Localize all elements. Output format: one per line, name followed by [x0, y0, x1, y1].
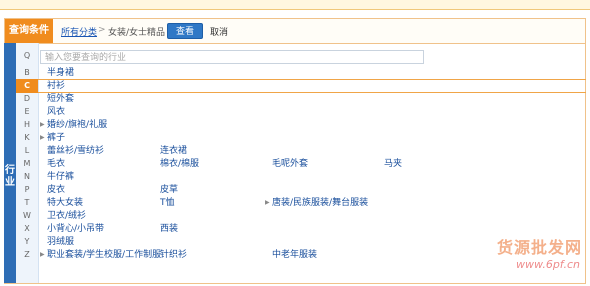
category-item[interactable]: 半身裙 — [47, 66, 74, 80]
view-button[interactable]: 查看 — [167, 23, 203, 39]
letter-t[interactable]: T — [16, 196, 38, 210]
category-item[interactable]: 蕾丝衫/雪纺衫 — [47, 144, 104, 158]
category-item[interactable]: 风衣 — [47, 105, 65, 119]
category-item[interactable]: 针织衫 — [160, 248, 187, 262]
letter-k[interactable]: K — [16, 131, 38, 145]
letter-e[interactable]: E — [16, 105, 38, 119]
category-item[interactable]: T恤 — [160, 196, 175, 210]
category-item[interactable]: 棉衣/棉服 — [160, 157, 199, 171]
letter-n[interactable]: N — [16, 170, 38, 184]
letter-m[interactable]: M — [16, 157, 38, 171]
category-item[interactable]: 短外套 — [47, 92, 74, 106]
category-item[interactable]: 衬衫 — [47, 79, 65, 93]
category-item[interactable]: 毛衣 — [47, 157, 65, 171]
industry-side-tab: 行业 — [4, 43, 16, 283]
category-item[interactable]: 毛呢外套 — [272, 157, 308, 171]
letter-x[interactable]: X — [16, 222, 38, 236]
category-item[interactable]: 西装 — [160, 222, 178, 236]
category-item[interactable]: 唐装/民族服装/舞台服装 — [272, 196, 368, 210]
current-category: 女装/女士精品 — [108, 28, 166, 38]
category-item[interactable]: 羽绒服 — [47, 235, 74, 249]
letter-b[interactable]: B — [16, 66, 38, 80]
letter-z[interactable]: Z — [16, 248, 38, 262]
expand-arrow-icon[interactable]: ▶ — [40, 131, 45, 145]
category-item[interactable]: 连衣裙 — [160, 144, 187, 158]
expand-arrow-icon[interactable]: ▶ — [265, 196, 270, 210]
cancel-button[interactable]: 取消 — [210, 25, 228, 38]
watermark-url: www.6pf.cn — [516, 258, 580, 271]
category-item[interactable]: 职业套装/学生校服/工作制服 — [47, 248, 161, 262]
condition-header: 查询条件 所有分类 > 女装/女士精品 查看 取消 — [5, 19, 585, 44]
watermark-logo: 货源批发网 — [496, 238, 582, 257]
breadcrumb-separator: > — [98, 25, 106, 35]
category-item[interactable]: 皮草 — [160, 183, 178, 197]
letter-l[interactable]: L — [16, 144, 38, 158]
letter-d[interactable]: D — [16, 92, 38, 106]
category-item[interactable]: 卫衣/绒衫 — [47, 209, 86, 223]
letter-p[interactable]: P — [16, 183, 38, 197]
expand-arrow-icon[interactable]: ▶ — [40, 248, 45, 262]
category-item[interactable]: 裤子 — [47, 131, 65, 145]
category-item[interactable]: 小背心/小吊带 — [47, 222, 104, 236]
letter-c[interactable]: C — [16, 79, 38, 93]
letter-y[interactable]: Y — [16, 235, 38, 249]
active-row-highlight — [38, 79, 586, 93]
industry-search-input[interactable]: 输入您要查询的行业 — [40, 50, 424, 64]
category-item[interactable]: 皮衣 — [47, 183, 65, 197]
top-notice-bar — [0, 0, 590, 10]
expand-arrow-icon[interactable]: ▶ — [40, 118, 45, 132]
letter-h[interactable]: H — [16, 118, 38, 132]
category-item[interactable]: 特大女装 — [47, 196, 83, 210]
category-item[interactable]: 牛仔裤 — [47, 170, 74, 184]
letter-w[interactable]: W — [16, 209, 38, 223]
condition-title: 查询条件 — [5, 19, 53, 43]
category-item[interactable]: 马夹 — [384, 157, 402, 171]
all-categories-link[interactable]: 所有分类 — [61, 25, 97, 38]
letter-q[interactable]: Q — [16, 49, 38, 63]
industry-label: 行业 — [5, 165, 15, 188]
category-item[interactable]: 婚纱/旗袍/礼服 — [47, 118, 107, 132]
category-item[interactable]: 中老年服装 — [272, 248, 317, 262]
